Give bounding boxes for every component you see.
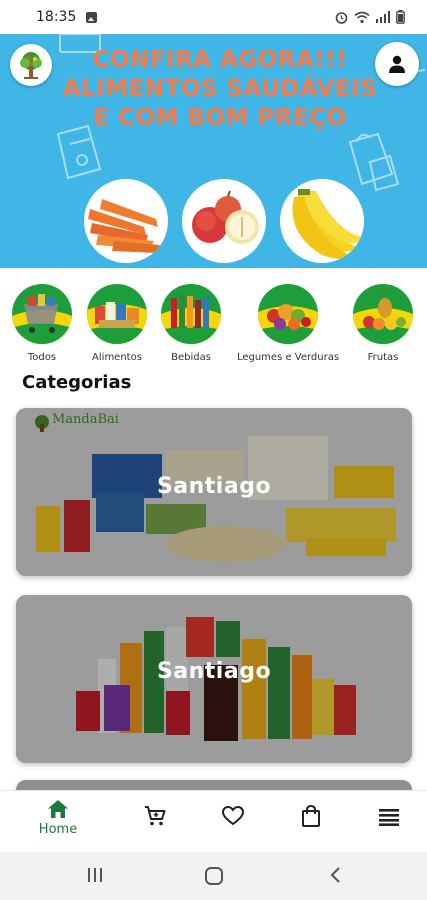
vegetables-icon [258,284,318,344]
nav-favorites[interactable] [203,806,263,826]
nav-cart[interactable] [125,805,185,827]
category-todos-image [12,284,72,344]
shopping-cart-groceries-icon [12,284,72,344]
bottom-navigation: Home [0,790,427,852]
signal-icon [376,11,390,23]
category-legumes-image [258,284,318,344]
system-navigation-bar [0,852,427,900]
banner-headline: CONFIRA AGORA!!! ALIMENTOS SAUDÁVEIS E C… [62,47,378,131]
nav-home-label: Home [38,822,78,837]
bag-icon [302,805,320,827]
category-strip[interactable]: Todos Alimentos Bebidas Legumes e Verdur… [0,284,427,374]
card-title: Santiago [156,659,272,684]
person-icon [389,55,405,73]
category-label: Bebidas [171,352,211,363]
food-products-icon [87,284,147,344]
section-title: Categorias [22,372,132,393]
menu-icon [379,809,399,826]
nav-orders[interactable] [281,805,341,827]
card-brand: MandaBai [52,412,119,427]
bananas-icon [292,189,362,259]
category-more[interactable] [414,284,427,344]
category-bebidas-image [161,284,221,344]
recent-apps-icon[interactable] [86,866,104,884]
status-time: 18:35 [36,9,77,25]
category-frutas-image [353,284,413,344]
battery-icon [396,10,405,24]
cart-icon [145,806,166,826]
drinks-icon [161,284,221,344]
category-label: Alimentos [92,352,142,363]
gallery-notification-icon [86,11,98,23]
status-bar: 18:35 [0,0,427,34]
category-card[interactable]: Santiago [16,595,412,763]
back-icon[interactable] [328,866,342,884]
category-label: Todos [27,352,57,363]
profile-button[interactable] [375,42,419,86]
nav-menu[interactable] [359,808,419,826]
apples-image [182,179,266,263]
fruits-icon [353,284,413,344]
home-button-icon[interactable] [204,866,224,886]
home-icon [48,800,68,818]
category-card[interactable]: MandaBai Santiago [16,408,412,576]
nav-home[interactable]: Home [28,799,88,837]
card-title: Santiago [156,474,272,499]
category-label: Frutas [367,352,399,363]
status-icons [335,10,405,24]
heart-icon [222,806,244,826]
category-bebidas[interactable]: Bebidas [146,284,236,363]
app-logo[interactable] [10,44,52,86]
tree-logo-icon [20,52,42,79]
alarm-icon [335,11,348,24]
bananas-image [280,179,364,263]
carrots-icon [88,199,160,253]
carrots-image [84,179,168,263]
category-label: Legumes e Verduras [236,352,340,363]
promo-banner[interactable]: CONFIRA AGORA!!! ALIMENTOS SAUDÁVEIS E C… [0,34,427,268]
category-legumes-e-verduras[interactable]: Legumes e Verduras [237,284,339,363]
apples-icon [192,190,259,244]
category-alimentos-image [87,284,147,344]
wifi-icon [354,11,370,23]
